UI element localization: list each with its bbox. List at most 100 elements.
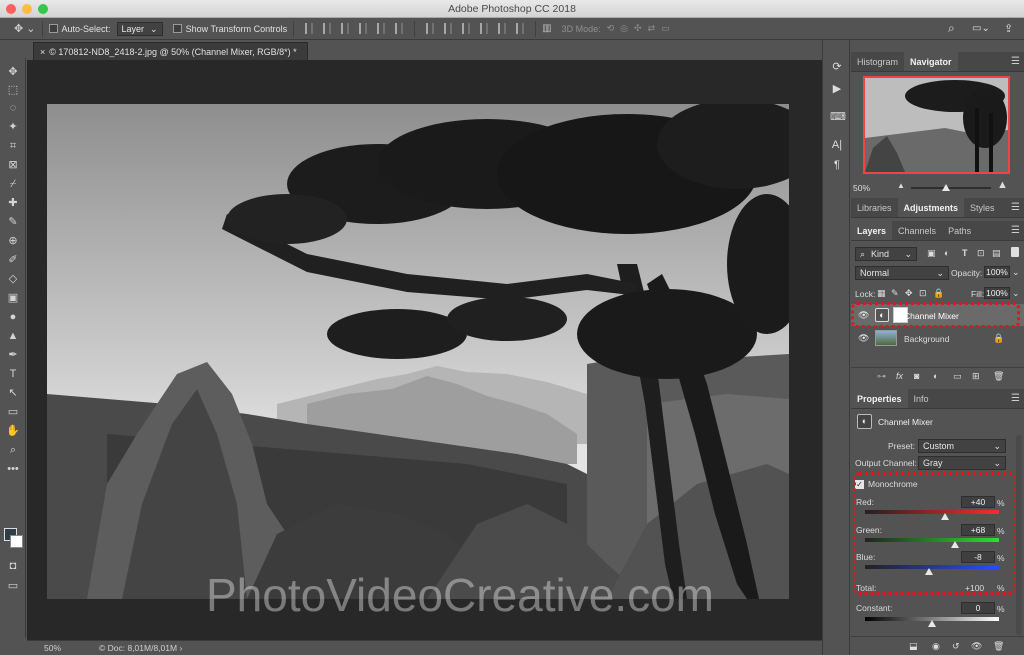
align-hcenter-icon[interactable] bbox=[377, 23, 386, 34]
share-icon[interactable]: ⇪ bbox=[1004, 22, 1013, 35]
blur-tool-icon[interactable]: ● bbox=[5, 309, 21, 325]
filter-smart-object-icon[interactable]: ▤ bbox=[992, 248, 1001, 259]
path-selection-tool-icon[interactable]: ↖ bbox=[5, 385, 21, 401]
constant-slider-thumb[interactable] bbox=[928, 620, 936, 627]
tab-libraries[interactable]: Libraries bbox=[851, 198, 898, 217]
dodge-tool-icon[interactable]: ▲ bbox=[5, 328, 21, 344]
lock-all-icon[interactable]: 🔒 bbox=[933, 288, 944, 299]
auto-select-dropdown[interactable]: Layer ⌄ bbox=[116, 21, 163, 36]
tab-layers[interactable]: Layers bbox=[851, 221, 893, 240]
magic-wand-tool-icon[interactable]: ✦ bbox=[5, 119, 21, 135]
workspace-icon[interactable]: ▭⌄ bbox=[972, 23, 990, 34]
output-channel-dropdown[interactable]: Gray ⌄ bbox=[918, 456, 1006, 470]
tab-navigator[interactable]: Navigator bbox=[904, 52, 958, 71]
marquee-tool-icon[interactable]: ⬚ bbox=[5, 82, 21, 98]
navigator-zoom-value[interactable]: 50% bbox=[853, 183, 870, 193]
visibility-eye-icon[interactable]: 👁 bbox=[858, 333, 869, 344]
history-panel-icon[interactable]: ⟳ bbox=[830, 60, 844, 74]
gradient-tool-icon[interactable]: ▣ bbox=[5, 290, 21, 306]
3d-scale-icon[interactable]: ▭ bbox=[661, 23, 670, 34]
auto-align-icon[interactable]: ▥ bbox=[542, 23, 551, 34]
rectangle-tool-icon[interactable]: ▭ bbox=[5, 404, 21, 420]
panel-menu-icon[interactable]: ☰ bbox=[1011, 221, 1020, 240]
filter-toggle-icon[interactable] bbox=[1011, 247, 1019, 257]
close-window-button[interactable] bbox=[6, 4, 16, 14]
delete-layer-icon[interactable]: 🗑 bbox=[993, 371, 1004, 382]
toggle-visibility-icon[interactable]: 👁 bbox=[971, 641, 982, 652]
filter-type-icon[interactable]: T bbox=[962, 248, 968, 258]
align-vcenter-icon[interactable] bbox=[323, 23, 332, 34]
align-top-icon[interactable] bbox=[305, 23, 314, 34]
tab-properties[interactable]: Properties bbox=[851, 389, 908, 408]
reset-icon[interactable]: ↺ bbox=[952, 641, 960, 652]
3d-roll-icon[interactable]: ◎ bbox=[620, 23, 628, 34]
tab-channels[interactable]: Channels bbox=[892, 221, 942, 240]
zoom-window-button[interactable] bbox=[38, 4, 48, 14]
pen-tool-icon[interactable]: ✒ bbox=[5, 347, 21, 363]
distribute-right-icon[interactable] bbox=[516, 23, 525, 34]
distribute-vcenter-icon[interactable] bbox=[444, 23, 453, 34]
view-previous-state-icon[interactable]: ◉ bbox=[932, 641, 940, 652]
layer-row-background[interactable]: 👁 Background 🔒 bbox=[851, 327, 1024, 349]
align-right-icon[interactable] bbox=[395, 23, 404, 34]
hand-tool-icon[interactable]: ✋ bbox=[5, 423, 21, 439]
navigator-zoom-thumb[interactable] bbox=[942, 184, 950, 191]
zoom-in-mountain-icon[interactable]: ▲ bbox=[997, 179, 1008, 191]
paragraph-panel-icon[interactable]: ¶ bbox=[830, 158, 844, 172]
distribute-hcenter-icon[interactable] bbox=[498, 23, 507, 34]
blend-mode-dropdown[interactable]: Normal ⌄ bbox=[855, 266, 949, 280]
character-panel-icon[interactable]: A| bbox=[830, 138, 844, 152]
zoom-level[interactable]: 50% bbox=[44, 641, 61, 655]
quick-mask-icon[interactable]: ◘ bbox=[5, 558, 21, 574]
healing-brush-tool-icon[interactable]: ✚ bbox=[5, 195, 21, 211]
delete-adjustment-icon[interactable]: 🗑 bbox=[993, 641, 1004, 652]
tab-styles[interactable]: Styles bbox=[964, 198, 1001, 217]
3d-slide-icon[interactable]: ⇄ bbox=[648, 23, 656, 34]
panel-menu-icon[interactable]: ☰ bbox=[1011, 198, 1020, 217]
lock-position-icon[interactable]: ✥ bbox=[905, 288, 913, 299]
lock-pixels-icon[interactable]: ✎ bbox=[891, 288, 899, 299]
tab-info[interactable]: Info bbox=[908, 389, 935, 408]
document-tab[interactable]: × © 170812-ND8_2418-2.jpg @ 50% (Channel … bbox=[33, 42, 308, 60]
tab-paths[interactable]: Paths bbox=[942, 221, 977, 240]
opacity-input[interactable]: 100% bbox=[984, 266, 1010, 278]
crop-tool-icon[interactable]: ⌗ bbox=[5, 138, 21, 154]
filter-shape-icon[interactable]: ⊡ bbox=[977, 248, 985, 259]
type-tool-icon[interactable]: T bbox=[5, 366, 21, 382]
auto-select-checkbox[interactable]: Auto-Select: bbox=[48, 23, 111, 34]
eyedropper-tool-icon[interactable]: ⌿ bbox=[5, 176, 21, 192]
distribute-top-icon[interactable] bbox=[426, 23, 435, 34]
background-color-swatch[interactable] bbox=[10, 535, 23, 548]
align-left-icon[interactable] bbox=[359, 23, 368, 34]
navigator-preview[interactable] bbox=[863, 76, 1010, 174]
constant-input[interactable]: 0 bbox=[961, 602, 995, 614]
preset-dropdown[interactable]: Custom ⌄ bbox=[918, 439, 1006, 453]
lock-artboard-icon[interactable]: ⊡ bbox=[919, 288, 927, 299]
navigator-zoom-slider[interactable] bbox=[911, 187, 991, 189]
panel-menu-icon[interactable]: ☰ bbox=[1011, 389, 1020, 408]
clone-stamp-tool-icon[interactable]: ⊕ bbox=[5, 233, 21, 249]
panel-menu-icon[interactable]: ☰ bbox=[1011, 52, 1020, 71]
tab-adjustments[interactable]: Adjustments bbox=[897, 198, 965, 217]
filter-adjustment-icon[interactable]: ◐ bbox=[944, 248, 949, 258]
distribute-bottom-icon[interactable] bbox=[462, 23, 471, 34]
minimize-window-button[interactable] bbox=[22, 4, 32, 14]
history-brush-tool-icon[interactable]: ✐ bbox=[5, 252, 21, 268]
chevron-down-icon[interactable]: ⌄ bbox=[1012, 267, 1020, 278]
3d-drag-icon[interactable]: ✣ bbox=[634, 23, 642, 34]
more-tools-icon[interactable]: ••• bbox=[5, 461, 21, 477]
distribute-left-icon[interactable] bbox=[480, 23, 489, 34]
brush-tool-icon[interactable]: ✎ bbox=[5, 214, 21, 230]
lasso-tool-icon[interactable]: ◌ bbox=[5, 100, 21, 116]
3d-rotate-icon[interactable]: ⟲ bbox=[607, 23, 615, 34]
move-tool-preset-icon[interactable]: ✥ ⌄ bbox=[14, 22, 36, 35]
tab-histogram[interactable]: Histogram bbox=[851, 52, 904, 71]
new-group-icon[interactable]: ▭ bbox=[953, 371, 962, 382]
screen-mode-icon[interactable]: ▭ bbox=[5, 578, 21, 594]
clip-to-layer-icon[interactable]: ⬓ bbox=[909, 641, 918, 652]
canvas-image[interactable] bbox=[47, 104, 789, 599]
actions-panel-icon[interactable]: ▶ bbox=[830, 82, 844, 96]
add-style-icon[interactable]: fx bbox=[896, 371, 903, 381]
layer-filter-kind[interactable]: ⌕ Kind ⌄ bbox=[855, 247, 917, 261]
glyphs-panel-icon[interactable]: ⌨ bbox=[830, 110, 846, 124]
